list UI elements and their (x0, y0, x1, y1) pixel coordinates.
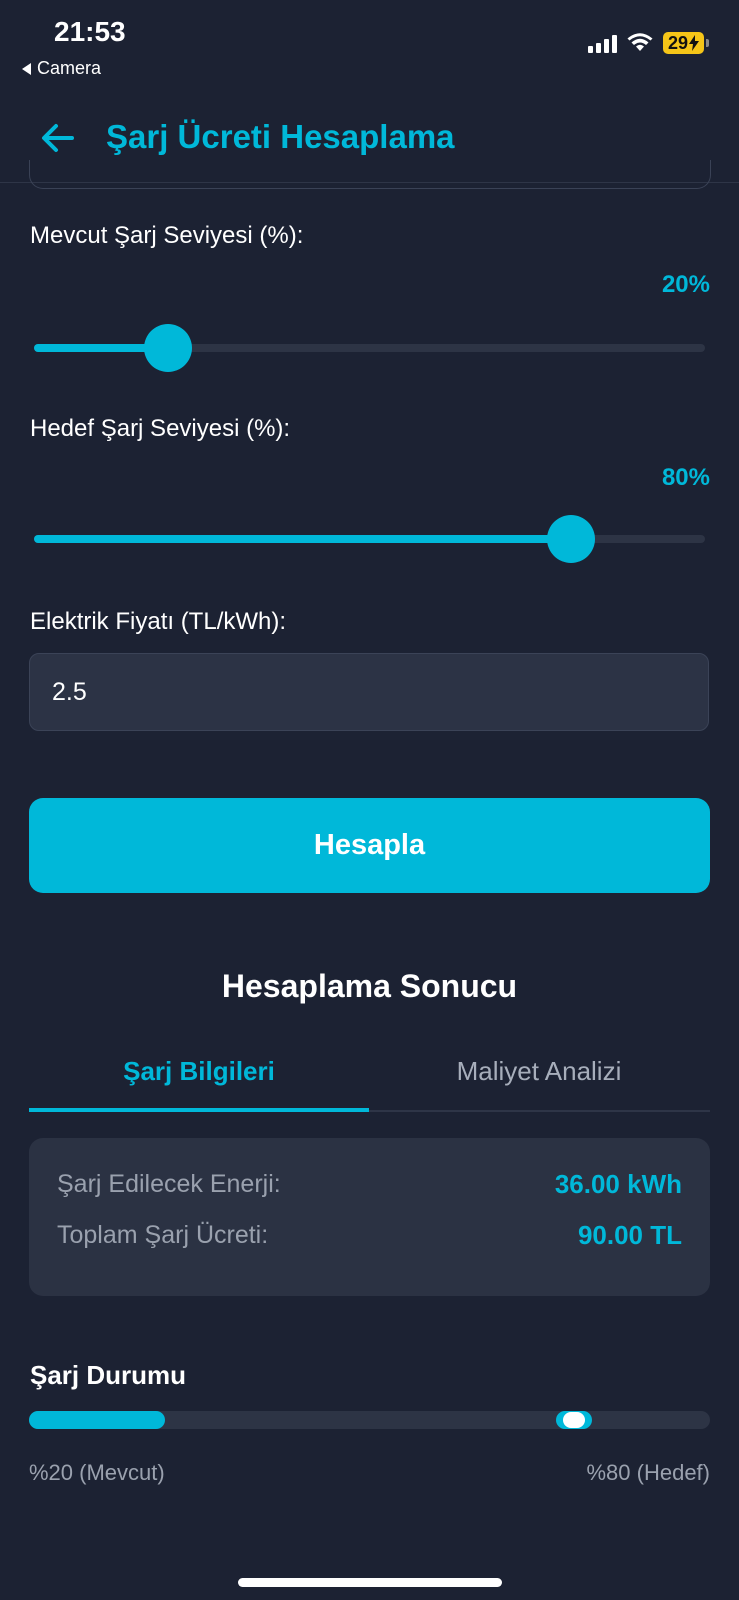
target-charge-value: 80% (661, 464, 710, 491)
wifi-icon (627, 33, 653, 51)
total-cost-label: Toplam Şarj Ücreti: (57, 1221, 269, 1249)
cellular-signal-icon (587, 33, 617, 53)
back-app-label: Camera (37, 58, 102, 78)
back-arrow-icon[interactable] (38, 118, 78, 158)
scrolled-input-edge (29, 160, 711, 189)
total-cost-value: 90.00 TL (577, 1220, 682, 1250)
calculate-button[interactable]: Hesapla (29, 798, 710, 893)
price-label: Elektrik Fiyatı (TL/kWh): (30, 608, 287, 635)
result-card: Şarj Edilecek Enerji: 36.00 kWh Toplam Ş… (29, 1138, 710, 1296)
charge-status-current-fill (29, 1411, 166, 1429)
current-charge-value: 20% (661, 271, 710, 298)
charge-status-title: Şarj Durumu (30, 1360, 187, 1390)
charge-status-target-marker (555, 1411, 592, 1429)
page-title: Şarj Ücreti Hesaplama (106, 118, 455, 155)
price-input[interactable] (29, 653, 709, 731)
target-charge-label: Hedef Şarj Seviyesi (%): (30, 415, 291, 442)
charging-bolt-icon (689, 35, 699, 51)
current-charge-slider-thumb[interactable] (144, 324, 193, 372)
status-icons: 29 (587, 32, 709, 54)
back-to-camera-link[interactable]: Camera (22, 58, 101, 79)
battery-level: 29 (667, 33, 688, 53)
tab-charge-info[interactable]: Şarj Bilgileri (29, 1040, 369, 1112)
target-charge-slider-thumb[interactable] (546, 515, 595, 563)
tab-cost-analysis[interactable]: Maliyet Analizi (369, 1040, 709, 1110)
current-level-caption: %20 (Mevcut) (29, 1460, 165, 1485)
current-charge-slider[interactable] (34, 324, 705, 372)
energy-label: Şarj Edilecek Enerji: (57, 1170, 281, 1198)
back-triangle-icon (22, 62, 31, 75)
charge-status-bar (29, 1411, 710, 1429)
target-charge-slider-fill (34, 535, 571, 543)
target-charge-slider[interactable] (34, 515, 705, 563)
status-bar: 21:53 Camera 29 (0, 0, 739, 90)
result-title: Hesaplama Sonucu (221, 968, 518, 1004)
energy-value: 36.00 kWh (554, 1169, 682, 1199)
current-charge-label: Mevcut Şarj Seviyesi (%): (30, 222, 304, 249)
status-time: 21:53 (54, 16, 126, 47)
home-indicator (238, 1578, 502, 1587)
target-level-caption: %80 (Hedef) (586, 1460, 710, 1485)
result-tabs: Şarj Bilgileri Maliyet Analizi (29, 1040, 710, 1112)
battery-icon: 29 (662, 32, 709, 54)
